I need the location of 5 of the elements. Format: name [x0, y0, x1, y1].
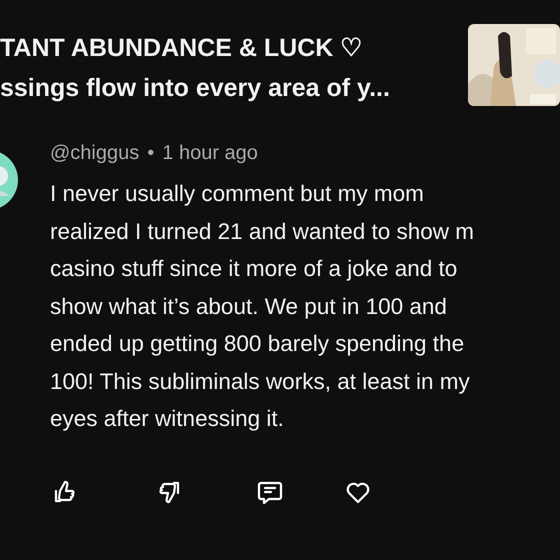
- video-title[interactable]: TANT ABUNDANCE & LUCK ♡ ssings flow into every area of y...: [0, 24, 468, 108]
- comment-author[interactable]: @chiggus: [50, 142, 140, 165]
- comment-text: I never usually comment but my mom realized I turned 21 and wanted to show m casino stuff since it more of a joke and to show what it’s about. We put in 100 and ended up getting 800 barely spending the 100! This subliminals works, at least in my eyes after witnessing it.: [50, 180, 474, 433]
- separator-dot: •: [147, 142, 154, 165]
- comment-time[interactable]: 1 hour ago: [162, 142, 258, 165]
